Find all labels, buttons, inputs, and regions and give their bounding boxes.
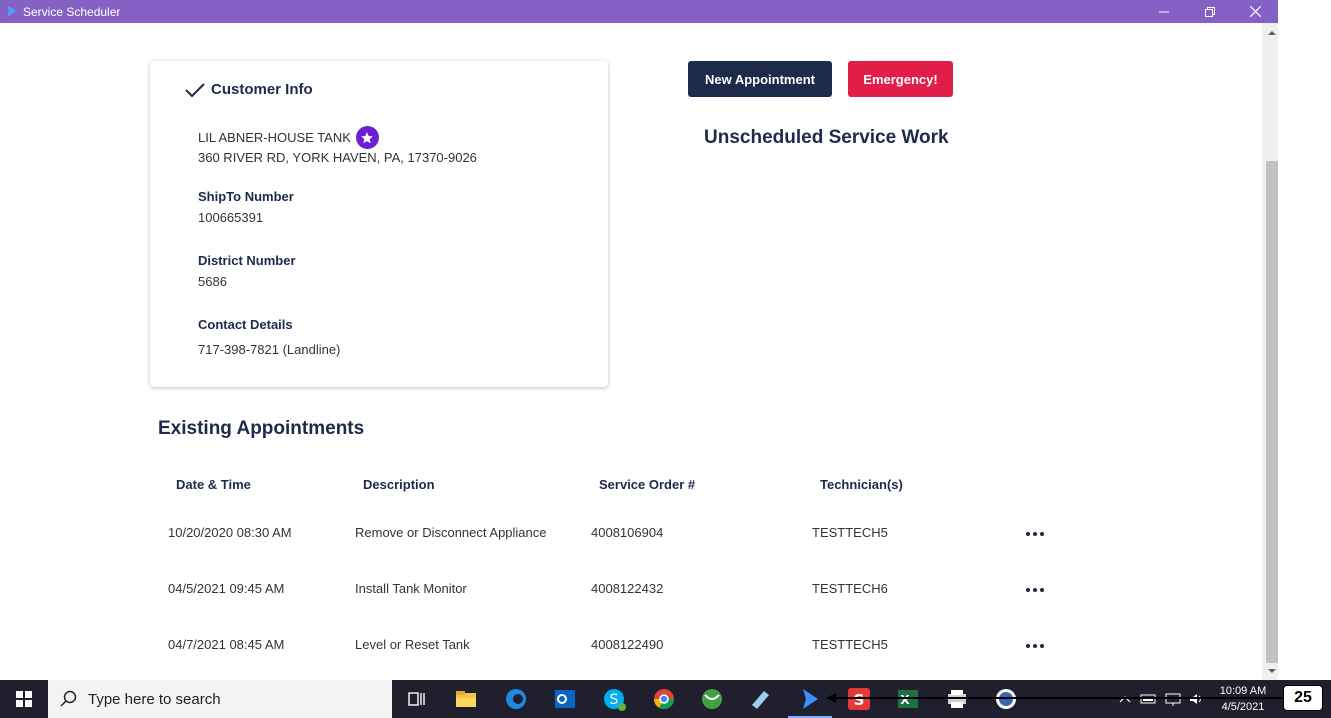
close-icon bbox=[1249, 6, 1261, 17]
column-header-service-order: Service Order # bbox=[599, 477, 696, 492]
excel-icon[interactable]: X bbox=[894, 685, 922, 713]
edge-browser-icon[interactable] bbox=[502, 685, 530, 713]
close-button[interactable] bbox=[1232, 0, 1278, 23]
svg-text:S: S bbox=[854, 691, 865, 709]
taskbar-search-box[interactable]: Type here to search bbox=[48, 680, 392, 718]
star-icon bbox=[355, 126, 379, 149]
column-header-technician: Technician(s) bbox=[820, 477, 903, 492]
row-technician: TESTTECH6 bbox=[812, 581, 888, 596]
emergency-button[interactable]: Emergency! bbox=[848, 61, 953, 97]
more-options-icon[interactable] bbox=[1022, 583, 1048, 597]
system-tray bbox=[1118, 680, 1206, 718]
customer-info-header: Customer Info bbox=[185, 81, 313, 98]
skype-icon[interactable]: S bbox=[600, 685, 628, 713]
search-placeholder: Type here to search bbox=[88, 690, 221, 708]
svg-text:X: X bbox=[900, 693, 910, 707]
minimize-button[interactable] bbox=[1141, 0, 1187, 23]
row-datetime: 10/20/2020 08:30 AM bbox=[168, 525, 292, 540]
customer-name-row: LIL ABNER-HOUSE TANK bbox=[198, 126, 379, 149]
title-bar: Service Scheduler bbox=[0, 0, 1278, 23]
scrollbar-thumb[interactable] bbox=[1266, 161, 1278, 663]
scroll-up-arrow-icon[interactable] bbox=[1266, 25, 1278, 41]
chevron-up-icon[interactable] bbox=[1118, 694, 1132, 704]
contact-label: Contact Details bbox=[198, 317, 293, 332]
row-service-order: 4008122432 bbox=[591, 581, 664, 596]
clock-date: 4/5/2021 bbox=[1221, 701, 1265, 713]
row-service-order: 4008106904 bbox=[591, 525, 664, 540]
district-value: 5686 bbox=[198, 274, 227, 289]
existing-appointments-title: Existing Appointments bbox=[158, 418, 365, 439]
network-icon[interactable] bbox=[1164, 692, 1182, 706]
task-view-icon[interactable] bbox=[402, 685, 430, 713]
window-title: Service Scheduler bbox=[23, 5, 121, 19]
customer-info-title: Customer Info bbox=[211, 81, 313, 98]
vertical-scrollbar[interactable] bbox=[1262, 23, 1278, 680]
notes-app-icon[interactable] bbox=[746, 685, 774, 713]
row-datetime: 04/7/2021 08:45 AM bbox=[168, 637, 285, 652]
shipto-label: ShipTo Number bbox=[198, 189, 294, 204]
row-technician: TESTTECH5 bbox=[812, 637, 888, 652]
customer-address: 360 RIVER RD, YORK HAVEN, PA, 17370-9026 bbox=[198, 150, 477, 165]
globe-app-icon[interactable] bbox=[698, 685, 726, 713]
chrome-icon[interactable] bbox=[650, 685, 678, 713]
taskbar-clock[interactable]: 10:09 AM 4/5/2021 bbox=[1212, 683, 1274, 715]
new-appointment-button[interactable]: New Appointment bbox=[688, 61, 832, 97]
battery-icon[interactable] bbox=[1140, 692, 1158, 706]
row-description: Level or Reset Tank bbox=[355, 637, 470, 652]
start-button[interactable] bbox=[0, 680, 48, 718]
row-datetime: 04/5/2021 09:45 AM bbox=[168, 581, 285, 596]
column-header-description: Description bbox=[363, 477, 435, 492]
contact-value: 717-398-7821 (Landline) bbox=[198, 342, 341, 357]
restore-icon bbox=[1205, 6, 1215, 17]
snagit-icon[interactable]: S bbox=[845, 685, 873, 713]
volume-icon[interactable] bbox=[1188, 692, 1206, 706]
more-options-icon[interactable] bbox=[1022, 527, 1048, 541]
unscheduled-work-title: Unscheduled Service Work bbox=[704, 127, 949, 148]
customer-info-card: Customer Info LIL ABNER-HOUSE TANK 360 R… bbox=[150, 61, 608, 387]
row-description: Install Tank Monitor bbox=[355, 581, 467, 596]
service-scheduler-taskbar-icon[interactable] bbox=[796, 685, 824, 713]
checkmark-icon bbox=[185, 82, 205, 97]
app-logo-icon bbox=[7, 5, 16, 17]
annotation-arrowhead-icon bbox=[826, 693, 836, 703]
row-description: Remove or Disconnect Appliance bbox=[355, 525, 547, 540]
shipto-value: 100665391 bbox=[198, 210, 264, 225]
svg-text:S: S bbox=[610, 692, 619, 708]
district-label: District Number bbox=[198, 253, 296, 268]
minimize-icon bbox=[1159, 11, 1169, 12]
more-options-icon[interactable] bbox=[1022, 639, 1048, 653]
web-app-icon[interactable] bbox=[992, 685, 1020, 713]
search-icon bbox=[60, 690, 77, 707]
outlook-icon[interactable] bbox=[551, 685, 579, 713]
file-explorer-icon[interactable] bbox=[452, 685, 480, 713]
windows-logo-icon bbox=[16, 691, 32, 707]
scroll-down-arrow-icon[interactable] bbox=[1266, 663, 1278, 679]
column-header-datetime: Date & Time bbox=[176, 477, 251, 492]
customer-name: LIL ABNER-HOUSE TANK bbox=[198, 130, 351, 145]
desktop-area bbox=[1278, 0, 1331, 680]
row-technician: TESTTECH5 bbox=[812, 525, 888, 540]
printer-app-icon[interactable] bbox=[943, 685, 971, 713]
restore-button[interactable] bbox=[1187, 0, 1233, 23]
annotation-badge: 25 bbox=[1283, 685, 1323, 711]
annotation-pointer-line bbox=[830, 697, 1282, 699]
windows-taskbar: Type here to search S S X bbox=[0, 680, 1331, 718]
row-service-order: 4008122490 bbox=[591, 637, 664, 652]
